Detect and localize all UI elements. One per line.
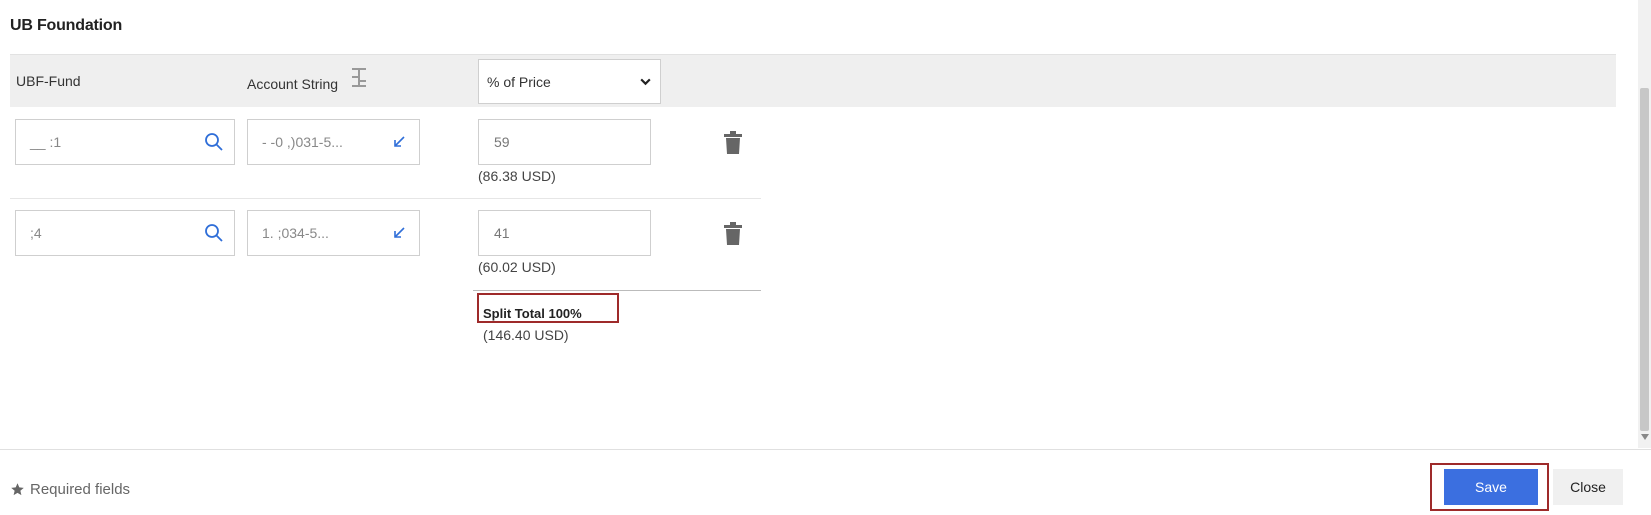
scroll-thumb[interactable]	[1640, 88, 1649, 431]
split-total-usd: (146.40 USD)	[483, 327, 569, 343]
percent-value: 41	[494, 225, 510, 241]
vertical-scrollbar[interactable]	[1638, 0, 1651, 448]
table-header: UBF-Fund Account String % of Price	[10, 54, 1616, 107]
account-input-2[interactable]: 1. ;034-5...	[247, 210, 420, 256]
split-mode-select[interactable]: % of Price	[478, 59, 661, 104]
required-fields-note: Required fields	[10, 481, 130, 498]
scroll-down-arrow[interactable]	[1641, 434, 1649, 440]
trash-icon[interactable]	[722, 222, 744, 246]
search-icon[interactable]	[204, 132, 224, 152]
split-total-label: Split Total 100%	[483, 306, 582, 321]
fund-value: __ :1	[30, 134, 62, 150]
footer-divider	[0, 449, 1651, 450]
page-title: UB Foundation	[10, 17, 123, 34]
star-icon	[11, 483, 24, 496]
required-fields-label: Required fields	[30, 481, 131, 498]
trash-icon[interactable]	[722, 131, 744, 155]
close-button[interactable]: Close	[1553, 469, 1623, 505]
fund-input-2[interactable]: ;4	[15, 210, 235, 256]
account-value: 1. ;034-5...	[262, 225, 329, 241]
percent-input-1[interactable]: 59	[478, 119, 651, 165]
chevron-down-icon	[640, 78, 651, 86]
account-input-1[interactable]: - -0 ,)031-5...	[247, 119, 420, 165]
usd-amount: (86.38 USD)	[478, 168, 556, 184]
total-divider	[473, 290, 761, 291]
column-header-account: Account String	[247, 76, 339, 92]
arrow-down-left-icon[interactable]	[389, 132, 409, 152]
split-mode-value: % of Price	[487, 73, 551, 90]
row-divider	[10, 198, 761, 199]
percent-input-2[interactable]: 41	[478, 210, 651, 256]
arrow-down-left-icon[interactable]	[389, 223, 409, 243]
fund-input-1[interactable]: __ :1	[15, 119, 235, 165]
usd-amount: (60.02 USD)	[478, 259, 556, 275]
fund-value: ;4	[30, 225, 42, 241]
column-header-fund: UBF-Fund	[16, 73, 81, 89]
search-icon[interactable]	[204, 223, 224, 243]
split-columns-icon[interactable]	[349, 65, 369, 89]
percent-value: 59	[494, 134, 510, 150]
save-button[interactable]: Save	[1444, 469, 1538, 505]
account-value: - -0 ,)031-5...	[262, 134, 343, 150]
